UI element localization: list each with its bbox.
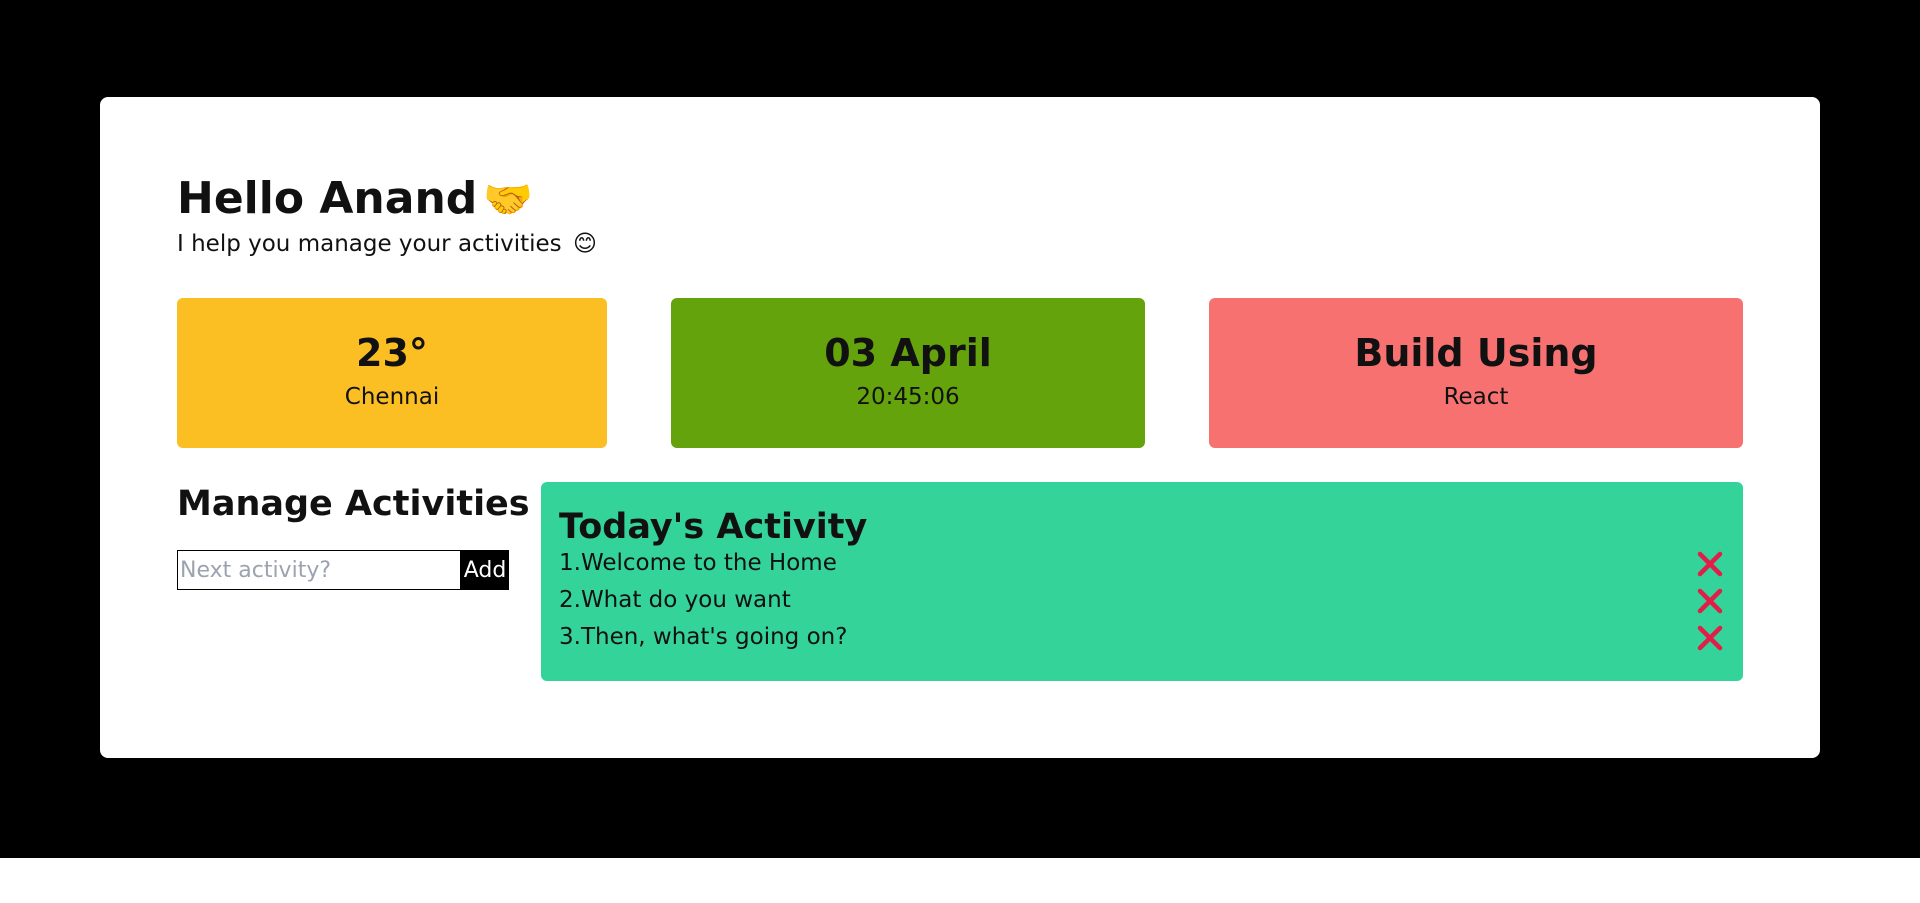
date-tile: 03 April 20:45:06	[671, 298, 1145, 448]
temperature-value: 23°	[356, 331, 428, 375]
subtitle-text: I help you manage your activities	[177, 231, 562, 257]
activity-item: 2.What do you want	[559, 582, 1725, 619]
handshake-icon: 🤝	[483, 177, 534, 223]
remove-activity-button[interactable]	[1695, 586, 1725, 616]
activity-input[interactable]	[177, 550, 461, 590]
activity-label: 1.Welcome to the Home	[559, 550, 837, 576]
build-tech: React	[1443, 384, 1509, 410]
city-name: Chennai	[344, 384, 440, 410]
close-icon	[1697, 625, 1723, 650]
date-value: 03 April	[824, 331, 992, 375]
close-icon	[1697, 588, 1723, 613]
activity-label: 3.Then, what's going on?	[559, 624, 848, 650]
remove-activity-button[interactable]	[1695, 623, 1725, 653]
activity-label: 2.What do you want	[559, 587, 791, 613]
smile-icon: 😊	[572, 231, 597, 257]
remove-activity-button[interactable]	[1695, 549, 1725, 579]
time-value: 20:45:06	[856, 384, 960, 410]
add-activity-form: Add	[177, 550, 509, 590]
greeting-heading: Hello Anand 🤝	[177, 177, 533, 221]
build-tile: Build Using React	[1209, 298, 1743, 448]
build-title: Build Using	[1354, 331, 1598, 375]
manage-activities-title: Manage Activities	[177, 484, 530, 524]
main-card: Hello Anand 🤝 I help you manage your acti…	[100, 97, 1820, 758]
greeting-text: Hello Anand	[177, 173, 478, 224]
todays-activity-panel: Today's Activity 1.Welcome to the Home 2…	[541, 482, 1743, 681]
todays-activity-title: Today's Activity	[559, 507, 868, 547]
add-button[interactable]: Add	[461, 550, 509, 590]
activity-item: 1.Welcome to the Home	[559, 545, 1725, 582]
weather-tile: 23° Chennai	[177, 298, 607, 448]
greeting-subtitle: I help you manage your activities 😊	[177, 233, 597, 256]
activity-item: 3.Then, what's going on?	[559, 619, 1725, 656]
close-icon	[1697, 551, 1723, 576]
